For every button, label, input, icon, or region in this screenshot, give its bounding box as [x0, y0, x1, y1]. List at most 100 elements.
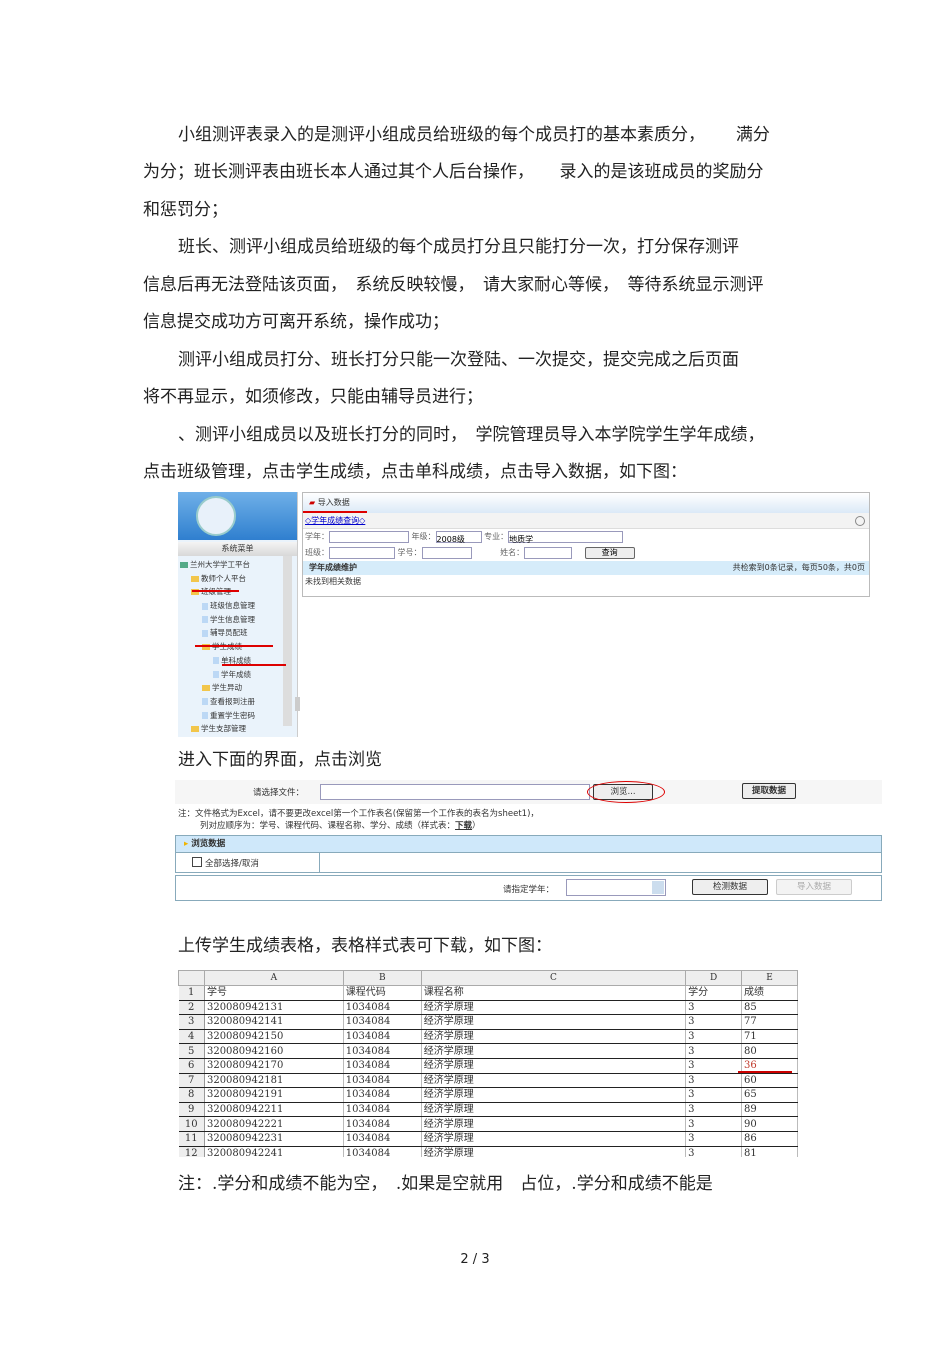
- table-cell[interactable]: 经济学原理: [421, 1102, 687, 1118]
- table-cell[interactable]: 3: [685, 1131, 743, 1147]
- query-link[interactable]: ◇学年成绩查询◇: [303, 513, 869, 529]
- table-cell[interactable]: 320080942160: [204, 1043, 344, 1059]
- table-cell[interactable]: 3: [685, 1014, 743, 1030]
- table-cell[interactable]: 3: [685, 1146, 743, 1157]
- school-year-select[interactable]: [566, 879, 666, 896]
- row-number[interactable]: 12: [178, 1146, 205, 1157]
- table-cell[interactable]: 1034084: [343, 1146, 422, 1157]
- table-cell[interactable]: 320080942221: [204, 1116, 344, 1132]
- select-all-label[interactable]: 全部选择/取消: [205, 857, 259, 869]
- table-cell[interactable]: 320080942211: [204, 1102, 344, 1118]
- table-cell[interactable]: 85: [741, 1000, 798, 1016]
- nav-item-label[interactable]: 学生信息管理: [210, 615, 255, 624]
- nav-item-label[interactable]: 兰州大学学工平台: [190, 560, 250, 569]
- row-number[interactable]: 7: [178, 1073, 205, 1089]
- name-input[interactable]: [524, 546, 573, 559]
- table-cell[interactable]: 1034084: [343, 1116, 422, 1132]
- table-cell[interactable]: 经济学原理: [421, 1073, 687, 1089]
- download-link[interactable]: 下载: [455, 821, 472, 831]
- table-cell[interactable]: 经济学原理: [421, 1116, 687, 1132]
- collapse-handle[interactable]: [295, 697, 300, 711]
- row-number[interactable]: 8: [178, 1087, 205, 1103]
- nav-item[interactable]: 重置学生密码: [178, 709, 297, 723]
- table-cell[interactable]: 经济学原理: [421, 1087, 687, 1103]
- table-cell[interactable]: 1034084: [343, 1102, 422, 1118]
- row-number[interactable]: 5: [178, 1043, 205, 1059]
- table-cell[interactable]: 65: [741, 1087, 798, 1103]
- table-cell[interactable]: 1034084: [343, 1131, 422, 1147]
- nav-item-label[interactable]: 班级信息管理: [210, 601, 255, 610]
- play-icon[interactable]: [855, 516, 865, 526]
- table-cell[interactable]: 课程代码: [343, 985, 422, 1001]
- class-select[interactable]: [329, 546, 395, 559]
- table-cell[interactable]: 89: [741, 1102, 798, 1118]
- nav-item[interactable]: 辅导员配班: [178, 626, 297, 640]
- table-cell[interactable]: 1034084: [343, 1087, 422, 1103]
- row-number[interactable]: 11: [178, 1131, 205, 1147]
- table-cell[interactable]: 1034084: [343, 1073, 422, 1089]
- nav-item-label[interactable]: 辅导员配班: [210, 628, 248, 637]
- nav-item[interactable]: 学生成绩: [178, 640, 297, 654]
- table-cell[interactable]: 320080942191: [204, 1087, 344, 1103]
- nav-item-label[interactable]: 学年成绩: [221, 670, 251, 679]
- nav-item-label[interactable]: 学生支部管理: [201, 724, 246, 733]
- table-cell[interactable]: 71: [741, 1029, 798, 1045]
- nav-item[interactable]: 学生信息管理: [178, 613, 297, 627]
- scrollbar[interactable]: [283, 556, 292, 726]
- student-id-input[interactable]: [421, 546, 472, 559]
- nav-item[interactable]: 学生异动: [178, 681, 297, 695]
- table-cell[interactable]: 320080942241: [204, 1146, 344, 1157]
- row-number[interactable]: 4: [178, 1029, 205, 1045]
- extract-data-button[interactable]: 提取数据: [742, 783, 796, 799]
- nav-item[interactable]: 班级管理: [178, 585, 297, 599]
- nav-item-label[interactable]: 教师个人平台: [201, 574, 246, 583]
- table-cell[interactable]: 经济学原理: [421, 1146, 687, 1157]
- table-cell[interactable]: 经济学原理: [421, 1131, 687, 1147]
- table-cell[interactable]: 3: [685, 1087, 743, 1103]
- row-number[interactable]: 2: [178, 1000, 205, 1016]
- table-cell[interactable]: 60: [741, 1073, 798, 1089]
- table-cell[interactable]: 学分: [685, 985, 743, 1001]
- column-header[interactable]: E: [741, 970, 798, 986]
- query-button[interactable]: 查询: [584, 547, 635, 559]
- table-cell[interactable]: 320080942131: [204, 1000, 344, 1016]
- row-number[interactable]: 3: [178, 1014, 205, 1030]
- table-cell[interactable]: 经济学原理: [421, 1000, 687, 1016]
- nav-item-label[interactable]: 查看报到注册: [210, 697, 255, 706]
- row-number[interactable]: 10: [178, 1116, 205, 1132]
- nav-item-label[interactable]: 学生成绩: [212, 642, 242, 651]
- column-header[interactable]: B: [342, 970, 422, 986]
- table-cell[interactable]: 3: [685, 1000, 743, 1016]
- column-header[interactable]: C: [420, 970, 687, 986]
- table-cell[interactable]: 3: [685, 1058, 743, 1074]
- table-cell[interactable]: 学号: [204, 985, 344, 1001]
- nav-item-label[interactable]: 重置学生密码: [210, 711, 255, 720]
- column-header[interactable]: A: [203, 970, 344, 986]
- table-cell[interactable]: 77: [741, 1014, 798, 1030]
- table-cell[interactable]: 86: [741, 1131, 798, 1147]
- table-cell[interactable]: 1034084: [343, 1029, 422, 1045]
- check-data-button[interactable]: 检测数据: [692, 879, 768, 895]
- table-cell[interactable]: 课程名称: [421, 985, 687, 1001]
- nav-item[interactable]: 学年成绩: [178, 668, 297, 682]
- grade-select[interactable]: 2008级: [435, 530, 482, 544]
- nav-item[interactable]: 兰州大学学工平台: [178, 558, 297, 572]
- table-cell[interactable]: 3: [685, 1102, 743, 1118]
- nav-item[interactable]: 班级信息管理: [178, 599, 297, 613]
- table-cell[interactable]: 1034084: [343, 1014, 422, 1030]
- table-cell[interactable]: 3: [685, 1116, 743, 1132]
- table-cell[interactable]: 320080942231: [204, 1131, 344, 1147]
- row-number[interactable]: 1: [178, 985, 205, 1001]
- nav-item[interactable]: 教师个人平台: [178, 572, 297, 586]
- table-cell[interactable]: 成绩: [741, 985, 798, 1001]
- nav-item-label[interactable]: 班级管理: [201, 587, 231, 596]
- table-cell[interactable]: 1034084: [343, 1000, 422, 1016]
- major-select[interactable]: 地质学: [508, 530, 624, 544]
- nav-item[interactable]: 查看报到注册: [178, 695, 297, 709]
- table-cell[interactable]: 81: [741, 1146, 798, 1157]
- table-cell[interactable]: 3: [685, 1029, 743, 1045]
- table-cell[interactable]: 320080942170: [204, 1058, 344, 1074]
- year-select[interactable]: [329, 530, 409, 543]
- table-cell[interactable]: 经济学原理: [421, 1043, 687, 1059]
- nav-item[interactable]: 学生支部管理: [178, 722, 297, 736]
